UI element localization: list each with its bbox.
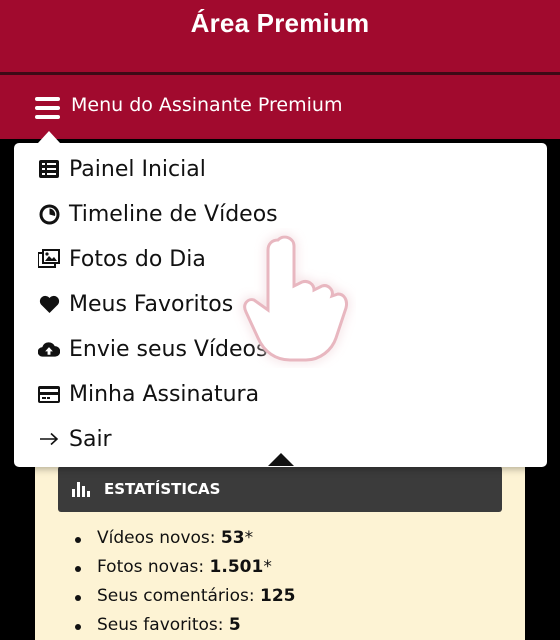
stat-new-videos: Vídeos novos: 53* <box>60 528 296 557</box>
stat-label: Seus favoritos: <box>97 615 229 635</box>
images-icon <box>38 248 60 270</box>
stat-value: 5 <box>228 615 241 635</box>
stat-value: 1.501 <box>209 557 264 577</box>
bar-chart-icon <box>72 481 92 497</box>
menu-item-label: Fotos do Dia <box>69 246 206 272</box>
menu-item-meus-favoritos[interactable]: Meus Favoritos <box>38 288 233 320</box>
menu-item-painel-inicial[interactable]: Painel Inicial <box>38 153 206 185</box>
subscriber-menu-bar[interactable]: Menu do Assinante Premium <box>0 75 560 139</box>
heart-icon <box>38 293 60 315</box>
stat-new-photos: Fotos novas: 1.501* <box>60 557 296 586</box>
menu-item-label: Timeline de Vídeos <box>69 201 278 227</box>
hand-cursor-icon <box>243 235 348 362</box>
stat-label: Seus comentários: <box>97 586 261 606</box>
dropdown-pointer <box>268 453 294 466</box>
stat-suffix: * <box>244 528 254 548</box>
app-header: Área Premium <box>0 0 560 72</box>
menu-item-timeline-videos[interactable]: Timeline de Vídeos <box>38 198 278 230</box>
hamburger-menu-icon[interactable] <box>35 97 60 119</box>
credit-card-icon <box>38 383 60 405</box>
dropdown-caret <box>38 131 60 143</box>
stat-value: 53 <box>220 528 245 548</box>
menu-item-minha-assinatura[interactable]: Minha Assinatura <box>38 378 259 410</box>
list-icon <box>38 158 60 180</box>
subscriber-menu-label[interactable]: Menu do Assinante Premium <box>71 94 342 116</box>
arrow-right-icon <box>38 428 60 450</box>
menu-item-fotos-do-dia[interactable]: Fotos do Dia <box>38 243 206 275</box>
page-title: Área Premium <box>190 8 370 38</box>
stat-value: 125 <box>260 586 296 606</box>
stat-label: Vídeos novos: <box>97 528 221 548</box>
stat-label: Fotos novas: <box>97 557 210 577</box>
menu-item-label: Painel Inicial <box>69 156 206 182</box>
stat-your-comments: Seus comentários: 125 <box>60 586 296 615</box>
stats-list: Vídeos novos: 53* Fotos novas: 1.501* Se… <box>60 528 296 640</box>
menu-item-label: Sair <box>69 426 112 452</box>
cloud-upload-icon <box>38 338 60 360</box>
stats-header: ESTATÍSTICAS <box>58 466 502 512</box>
menu-item-sair[interactable]: Sair <box>38 423 112 455</box>
clock-icon <box>38 203 60 225</box>
stat-your-favorites: Seus favoritos: 5 <box>60 615 296 640</box>
stat-suffix: * <box>263 557 272 577</box>
stats-title: ESTATÍSTICAS <box>104 480 221 498</box>
menu-item-label: Minha Assinatura <box>69 381 260 407</box>
menu-item-label: Meus Favoritos <box>69 291 234 317</box>
